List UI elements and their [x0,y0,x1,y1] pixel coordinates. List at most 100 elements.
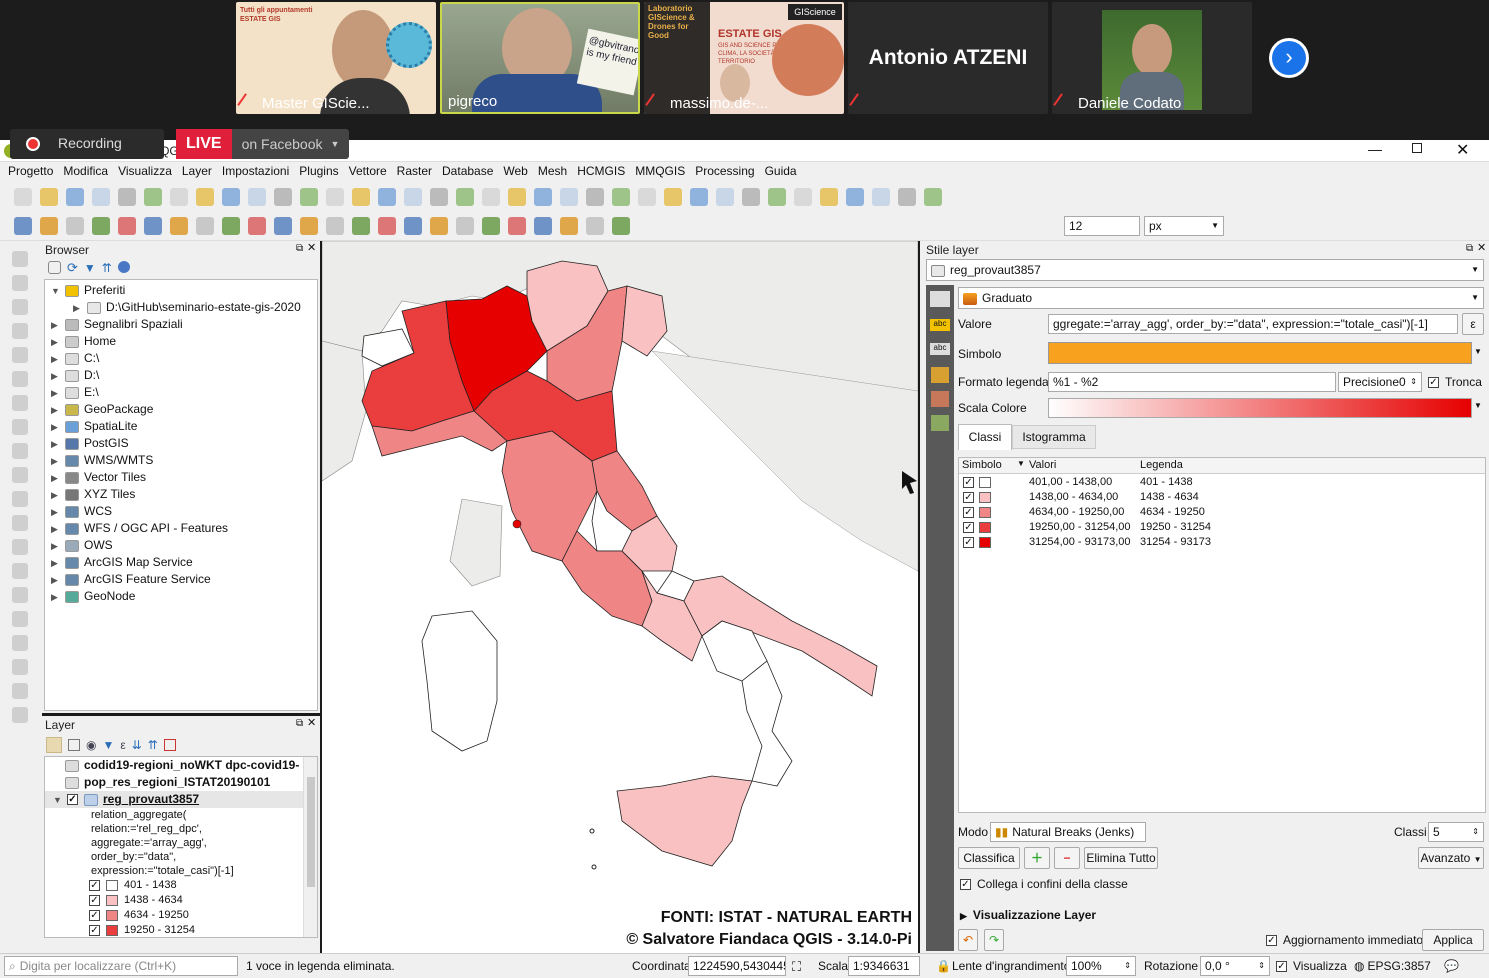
color-ramp-button[interactable] [1048,398,1472,418]
digitizing-tool-icon[interactable] [12,395,28,411]
symbol-button[interactable] [1048,342,1472,364]
toolbar-tool-icon[interactable] [40,217,58,235]
refresh-icon[interactable]: ⟳ [67,261,78,277]
toolbar-tool-icon[interactable] [846,188,864,206]
toolbar-tool-icon[interactable] [248,188,266,206]
class-legend[interactable]: 31254 - 93173 [1140,535,1211,550]
classes-spinbox[interactable]: 5 ⇕ [1428,822,1484,842]
add-class-button[interactable]: ＋ [1024,847,1050,869]
toolbar-tool-icon[interactable] [768,188,786,206]
participant-tile[interactable]: Daniele Codato [1052,2,1252,114]
expand-icon[interactable]: ▶ [51,572,65,589]
class-checkbox[interactable]: ✓ [963,522,974,533]
menu-mmqgis[interactable]: MMQGIS [630,162,690,182]
browser-item[interactable]: ▶ Vector Tiles [45,469,317,486]
expand-icon[interactable]: ▶ [51,538,65,555]
participant-tile[interactable]: Antonio ATZENI [848,2,1048,114]
layers-scrollbar[interactable] [303,757,317,937]
expand-icon[interactable]: ▶ [51,351,65,368]
toolbar-tool-icon[interactable] [196,217,214,235]
menu-layer[interactable]: Layer [177,162,217,182]
expand-icon[interactable]: ▶ [51,436,65,453]
collapse-all-icon[interactable]: ⇈ [102,261,112,277]
browser-item[interactable]: ▶ WCS [45,503,317,520]
toolbar-tool-icon[interactable] [898,188,916,206]
collapse-icon[interactable]: ▼ [51,283,65,300]
expand-icon[interactable]: ▶ [51,504,65,521]
class-values[interactable]: 401,00 - 1438,00 [1029,475,1112,490]
col-valori[interactable]: Valori [1029,459,1056,471]
toolbar-tool-icon[interactable] [612,217,630,235]
scale-input[interactable]: 1:9346631 [848,956,920,976]
expand-icon[interactable]: ▶ [51,419,65,436]
toolbar-tool-icon[interactable] [14,217,32,235]
toolbar-tool-icon[interactable] [534,217,552,235]
expand-icon[interactable]: ▶ [51,487,65,504]
precision-spinbox[interactable]: Precisione0 ⇕ [1338,372,1422,392]
style-manager-icon[interactable] [46,737,62,753]
class-values[interactable]: 1438,00 - 4634,00 [1029,490,1118,505]
toolbar-tool-icon[interactable] [274,217,292,235]
add-group-icon[interactable] [68,739,80,751]
browser-item[interactable]: ▶ GeoNode [45,588,317,605]
toolbar-tool-icon[interactable] [326,217,344,235]
digitizing-tool-icon[interactable] [12,371,28,387]
browser-item[interactable]: ▶ E:\ [45,384,317,401]
float-icon[interactable]: ⧉ [296,718,303,729]
expand-icon[interactable]: ▶ [51,555,65,572]
classify-button[interactable]: Classifica [958,847,1020,869]
digitizing-tool-icon[interactable] [12,419,28,435]
legend-item[interactable]: ✓ 401 - 1438 [89,878,303,893]
menu-raster[interactable]: Raster [392,162,437,182]
remove-class-button[interactable]: − [1054,847,1080,869]
digitizing-tool-icon[interactable] [12,611,28,627]
browser-item[interactable]: ▶ WFS / OGC API - Features [45,520,317,537]
info-icon[interactable] [117,261,130,273]
class-row[interactable]: ✓ 401,00 - 1438,00 401 - 1438 [959,475,1485,490]
digitizing-tool-icon[interactable] [12,515,28,531]
collapse-all-icon[interactable]: ⇈ [148,738,158,752]
expand-icon[interactable]: ▶ [51,453,65,470]
expand-icon[interactable]: ▶ [51,470,65,487]
menu-visualizza[interactable]: Visualizza [113,162,177,182]
close-icon[interactable]: ✕ [307,241,316,254]
toolbar-tool-icon[interactable] [586,188,604,206]
toolbar-tool-icon[interactable] [300,188,318,206]
mode-select[interactable]: ▮▮Natural Breaks (Jenks)▼ [990,822,1146,842]
legend-checkbox[interactable]: ✓ [89,909,100,921]
class-row[interactable]: ✓ 1438,00 - 4634,00 1438 - 4634 [959,490,1485,505]
expand-icon[interactable]: ▼ [53,792,67,809]
toolbar-tool-icon[interactable] [924,188,942,206]
toolbar-tool-icon[interactable] [352,217,370,235]
toolbar-tool-icon[interactable] [326,188,344,206]
advanced-button[interactable]: Avanzato ▼ [1418,847,1484,869]
toolbar-tool-icon[interactable] [196,188,214,206]
browser-item[interactable]: ▶ GeoPackage [45,401,317,418]
renderer-select[interactable]: Graduato ▼ [958,287,1484,309]
toolbar-tool-icon[interactable] [820,188,838,206]
menu-guida[interactable]: Guida [760,162,802,182]
toolbar-tool-icon[interactable] [170,188,188,206]
toolbar-tool-icon[interactable] [404,188,422,206]
mask-tab-icon[interactable]: abc [930,343,950,355]
digitizing-tool-icon[interactable] [12,323,28,339]
toolbar-tool-icon[interactable] [170,217,188,235]
rendering-tab-icon[interactable] [931,415,949,431]
toolbar-tool-icon[interactable] [456,217,474,235]
participant-tile[interactable]: Tutti gli appuntamenti ESTATE GIS Master… [236,2,436,114]
layer-table-1[interactable]: codid19-regioni_noWKT dpc-covid19- [45,757,303,774]
coordinate-input[interactable]: 1224590,5430445 [688,956,786,976]
toolbar-tool-icon[interactable] [482,217,500,235]
class-row[interactable]: ✓ 4634,00 - 19250,00 4634 - 19250 [959,505,1485,520]
toggle-extents-icon[interactable]: ⛶ [792,959,801,975]
col-legenda[interactable]: Legenda [1140,459,1183,471]
font-size-input[interactable]: 12 [1064,216,1140,236]
digitizing-tool-icon[interactable] [12,587,28,603]
tab-istogramma[interactable]: Istogramma [1012,425,1096,449]
digitizing-tool-icon[interactable] [12,659,28,675]
menu-impostazioni[interactable]: Impostazioni [217,162,294,182]
browser-item[interactable]: ▶ ArcGIS Map Service [45,554,317,571]
toolbar-tool-icon[interactable] [430,217,448,235]
toolbar-tool-icon[interactable] [560,188,578,206]
expression-button[interactable]: ε [1462,313,1484,335]
